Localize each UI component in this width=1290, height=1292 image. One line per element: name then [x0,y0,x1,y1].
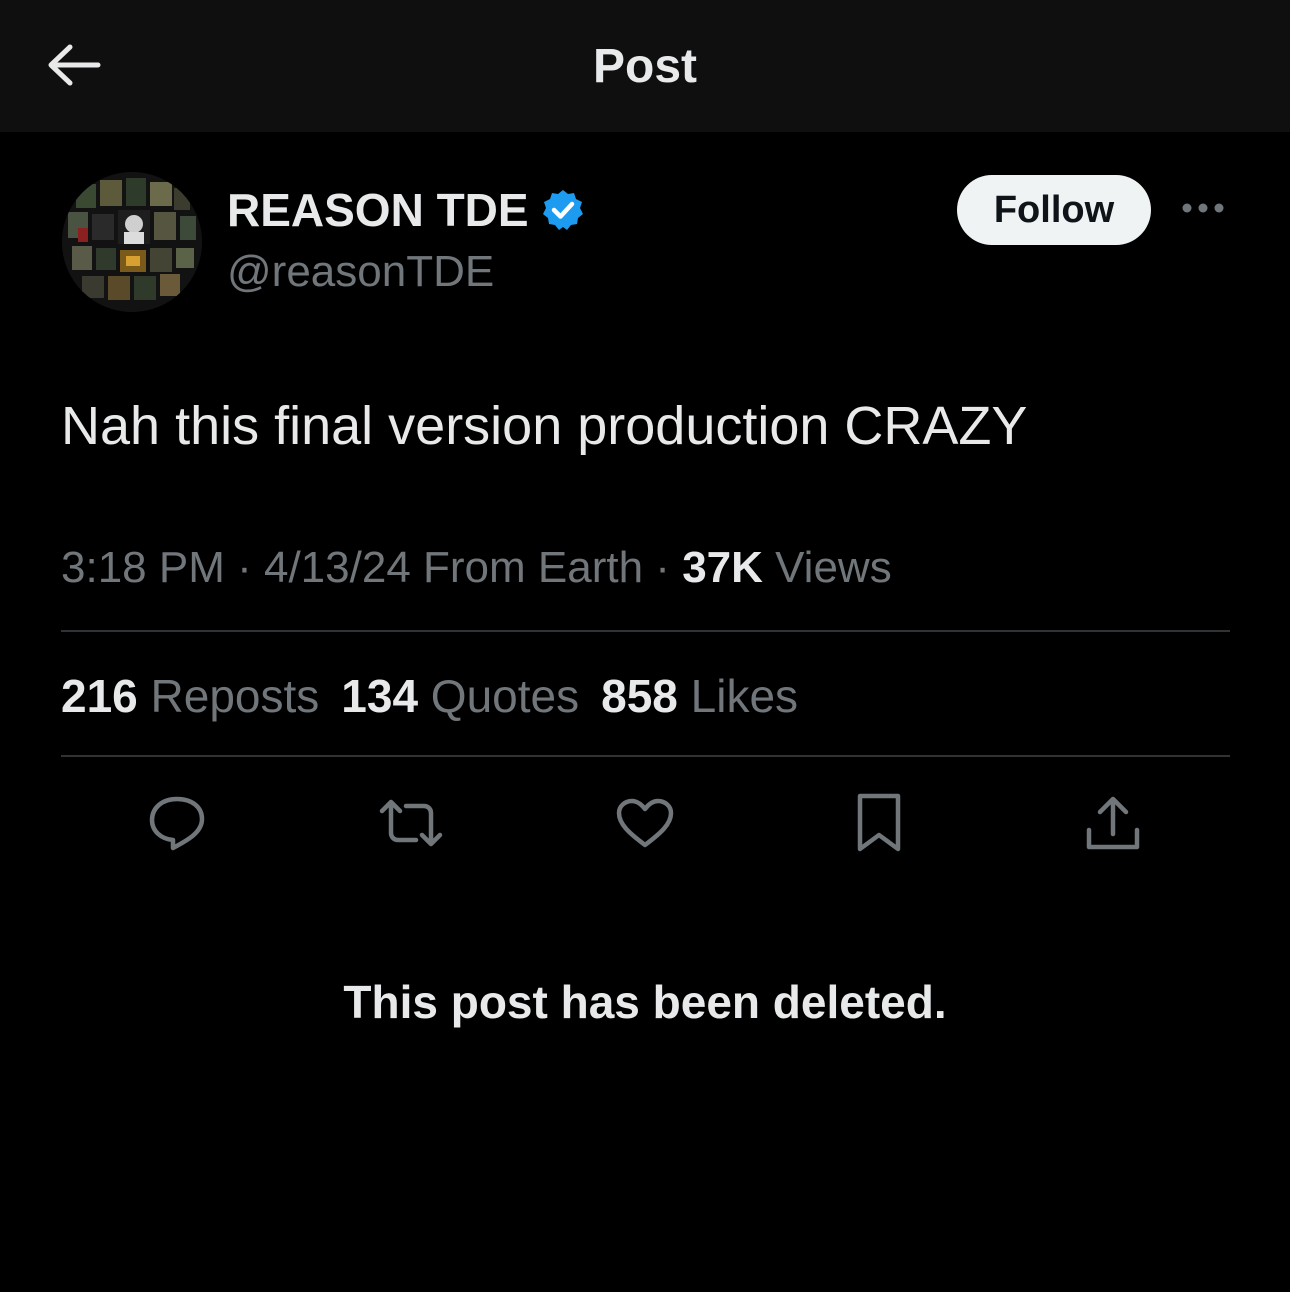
more-options-button[interactable] [1176,190,1230,230]
divider [61,630,1230,632]
likes-label: Likes [677,670,799,722]
likes-count: 858 [601,670,678,722]
post-date[interactable]: 4/13/24 [264,543,411,592]
like-icon [615,797,675,854]
repost-button[interactable] [376,790,446,860]
follow-button[interactable]: Follow [957,175,1151,245]
bookmark-icon [854,792,904,859]
repost-icon [378,799,444,852]
page-title: Post [592,40,697,93]
engagement-stats: 216 Reposts 134 Quotes 858 Likes [61,668,820,724]
quotes-label: Quotes [418,670,580,722]
meta-separator: · [643,543,683,592]
views-count[interactable]: 37K [682,543,763,592]
post-metadata: 3:18 PM · 4/13/24 From Earth · 37K Views [61,542,892,594]
like-button[interactable] [610,790,680,860]
quotes-stat[interactable]: 134 Quotes [341,670,579,722]
display-name[interactable]: REASON TDE [227,182,585,238]
action-bar [0,790,1290,860]
reposts-count: 216 [61,670,138,722]
ellipsis-icon [1181,201,1225,219]
reply-icon [146,793,208,858]
reply-button[interactable] [142,790,212,860]
likes-stat[interactable]: 858 Likes [601,670,798,722]
user-handle[interactable]: @reasonTDE [227,244,494,300]
meta-separator: · [224,543,264,592]
top-bar: Post [0,0,1290,132]
deleted-notice: This post has been deleted. [343,976,947,1028]
verified-badge-icon [541,188,585,232]
display-name-text: REASON TDE [227,184,529,236]
share-button[interactable] [1078,790,1148,860]
avatar[interactable] [62,172,202,312]
reposts-label: Reposts [137,670,320,722]
divider [61,755,1230,757]
post-text: Nah this final version production CRAZY [61,396,1028,456]
share-icon [1084,794,1142,857]
post-source: From Earth [410,543,644,592]
post-time[interactable]: 3:18 PM [61,543,225,592]
reposts-stat[interactable]: 216 Reposts [61,670,319,722]
quotes-count: 134 [341,670,419,722]
bookmark-button[interactable] [844,790,914,860]
views-label[interactable]: Views [763,543,892,592]
